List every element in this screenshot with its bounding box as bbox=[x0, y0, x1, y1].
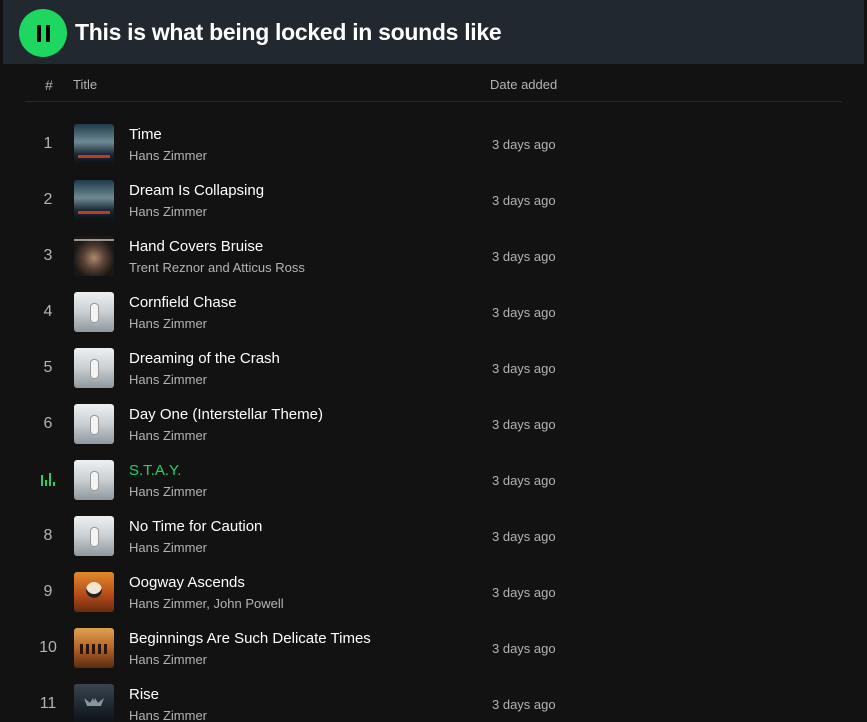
track-artist[interactable]: Hans Zimmer bbox=[129, 652, 207, 667]
track-title[interactable]: No Time for Caution bbox=[129, 518, 262, 535]
track-number: 3 bbox=[43, 247, 53, 264]
pause-icon bbox=[36, 24, 50, 42]
track-number: 8 bbox=[43, 527, 53, 544]
track-date-added: 3 days ago bbox=[492, 529, 556, 544]
track-row[interactable]: 8 No Time for Caution Hans Zimmer 3 days ag… bbox=[25, 508, 842, 564]
playlist-title: This is what being locked in sounds like bbox=[75, 19, 502, 45]
track-title[interactable]: Beginnings Are Such Delicate Times bbox=[129, 630, 371, 647]
album-art bbox=[74, 628, 114, 668]
track-title[interactable]: Time bbox=[129, 126, 162, 143]
track-date-added: 3 days ago bbox=[492, 641, 556, 656]
album-art bbox=[74, 292, 114, 332]
column-header-title[interactable]: Title bbox=[73, 77, 97, 92]
track-number: 10 bbox=[39, 639, 57, 656]
track-title[interactable]: Dream Is Collapsing bbox=[129, 182, 264, 199]
track-artist[interactable]: Trent Reznor and Atticus Ross bbox=[129, 260, 305, 275]
track-date-added: 3 days ago bbox=[492, 585, 556, 600]
track-title[interactable]: Dreaming of the Crash bbox=[129, 350, 280, 367]
track-title[interactable]: Rise bbox=[129, 686, 159, 703]
track-row[interactable]: 11 Rise Hans Zimmer 3 days ago bbox=[25, 676, 842, 722]
track-row[interactable]: 3 Hand Covers Bruise Trent Reznor and Atti… bbox=[25, 228, 842, 284]
album-art bbox=[74, 572, 114, 612]
album-art bbox=[74, 180, 114, 220]
track-list: 1 Time Hans Zimmer 3 days ago 2 Dream Is Coll… bbox=[25, 116, 842, 722]
playlist-header: This is what being locked in sounds like bbox=[3, 0, 864, 64]
track-artist[interactable]: Hans Zimmer bbox=[129, 148, 207, 163]
track-artist[interactable]: Hans Zimmer bbox=[129, 708, 207, 722]
track-artist[interactable]: Hans Zimmer bbox=[129, 540, 207, 555]
track-number: 11 bbox=[39, 695, 57, 712]
track-number: 1 bbox=[43, 135, 53, 152]
track-date-added: 3 days ago bbox=[492, 193, 556, 208]
track-artist[interactable]: Hans Zimmer bbox=[129, 484, 207, 499]
track-date-added: 3 days ago bbox=[492, 249, 556, 264]
track-artist[interactable]: Hans Zimmer, John Powell bbox=[129, 596, 284, 611]
track-row[interactable]: 2 Dream Is Collapsing Hans Zimmer 3 days ag… bbox=[25, 172, 842, 228]
track-artist[interactable]: Hans Zimmer bbox=[129, 204, 207, 219]
track-title[interactable]: Day One (Interstellar Theme) bbox=[129, 406, 323, 423]
column-header-date-added[interactable]: Date added bbox=[490, 77, 557, 92]
track-title[interactable]: Cornfield Chase bbox=[129, 294, 237, 311]
album-art bbox=[74, 516, 114, 556]
track-date-added: 3 days ago bbox=[492, 697, 556, 712]
track-title[interactable]: S.T.A.Y. bbox=[129, 462, 181, 479]
column-headers: # Title Date added bbox=[25, 64, 842, 102]
album-art bbox=[74, 348, 114, 388]
column-header-number[interactable]: # bbox=[45, 77, 53, 93]
album-art bbox=[74, 684, 114, 722]
pause-button[interactable] bbox=[19, 9, 67, 57]
track-row[interactable]: S.T.A.Y. Hans Zimmer 3 days ago bbox=[25, 452, 842, 508]
playlist-view: This is what being locked in sounds like… bbox=[3, 0, 864, 722]
track-row[interactable]: 1 Time Hans Zimmer 3 days ago bbox=[25, 116, 842, 172]
track-row[interactable]: 10 Beginnings Are Such Delicate Times Hans… bbox=[25, 620, 842, 676]
track-number: 9 bbox=[43, 583, 53, 600]
track-date-added: 3 days ago bbox=[492, 417, 556, 432]
now-playing-equalizer-icon bbox=[41, 472, 55, 486]
track-number: 2 bbox=[43, 191, 53, 208]
track-title[interactable]: Hand Covers Bruise bbox=[129, 238, 263, 255]
track-number: 4 bbox=[43, 303, 53, 320]
track-date-added: 3 days ago bbox=[492, 473, 556, 488]
track-row[interactable]: 5 Dreaming of the Crash Hans Zimmer 3 days … bbox=[25, 340, 842, 396]
track-row[interactable]: 9 Oogway Ascends Hans Zimmer, John Powell 3… bbox=[25, 564, 842, 620]
album-art bbox=[74, 460, 114, 500]
track-artist[interactable]: Hans Zimmer bbox=[129, 428, 207, 443]
track-date-added: 3 days ago bbox=[492, 305, 556, 320]
track-date-added: 3 days ago bbox=[492, 361, 556, 376]
album-art bbox=[74, 124, 114, 164]
track-title[interactable]: Oogway Ascends bbox=[129, 574, 245, 591]
track-artist[interactable]: Hans Zimmer bbox=[129, 316, 207, 331]
track-artist[interactable]: Hans Zimmer bbox=[129, 372, 207, 387]
album-art bbox=[74, 236, 114, 276]
track-number: 6 bbox=[43, 415, 53, 432]
track-row[interactable]: 4 Cornfield Chase Hans Zimmer 3 days ago bbox=[25, 284, 842, 340]
track-row[interactable]: 6 Day One (Interstellar Theme) Hans Zimmer… bbox=[25, 396, 842, 452]
track-date-added: 3 days ago bbox=[492, 137, 556, 152]
track-number: 5 bbox=[43, 359, 53, 376]
album-art bbox=[74, 404, 114, 444]
